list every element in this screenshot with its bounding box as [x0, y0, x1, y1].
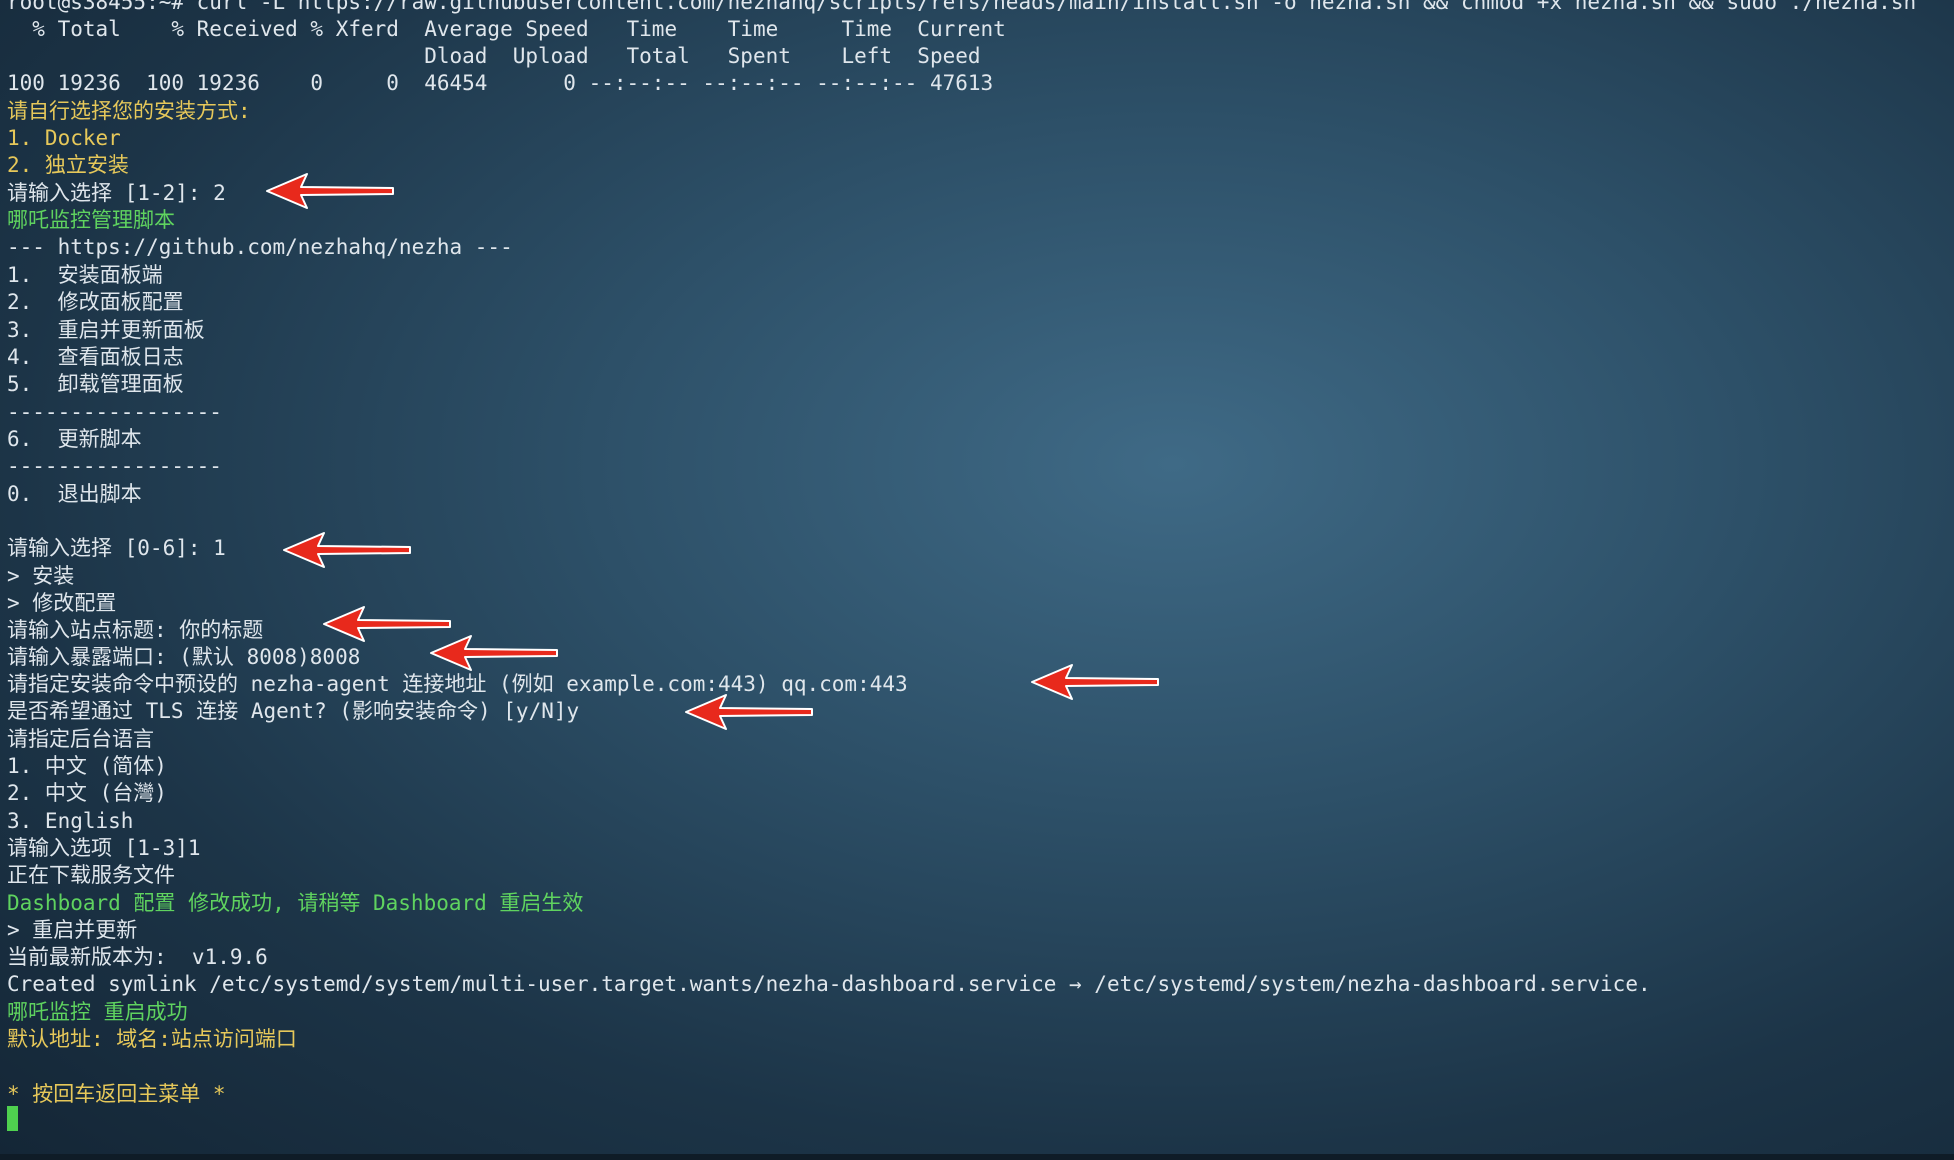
repo-url-line: --- https://github.com/nezhahq/nezha ---: [7, 235, 513, 259]
annotation-arrow-icon: [1031, 664, 1159, 700]
command-line: root@s38455:~# curl -L https://raw.githu…: [7, 0, 1917, 14]
config-step-line: > 修改配置: [7, 591, 117, 615]
terminal-cursor: [7, 1106, 18, 1131]
menu-item-4: 4. 查看面板日志: [7, 345, 184, 369]
option-standalone: 2. 独立安装: [7, 153, 129, 177]
language-option-2: 2. 中文 (台灣): [7, 781, 167, 805]
install-method-prompt: 请自行选择您的安装方式:: [7, 99, 251, 123]
language-input-line: 请输入选项 [1-3]1: [7, 836, 201, 860]
input-choice-line: 请输入选择 [1-2]: 2: [7, 181, 226, 205]
curl-header-line: % Total % Received % Xferd Average Speed…: [7, 17, 1006, 41]
language-option-1: 1. 中文 (简体): [7, 754, 167, 778]
menu-divider: -----------------: [7, 454, 222, 478]
menu-item-0: 0. 退出脚本: [7, 482, 142, 506]
language-option-3: 3. English: [7, 809, 134, 833]
tls-prompt: 是否希望通过 TLS 连接 Agent? (影响安装命令) [y/N]y: [7, 699, 580, 723]
default-address-line: 默认地址: 域名:站点访问端口: [7, 1027, 297, 1051]
option-docker: 1. Docker: [7, 126, 121, 150]
menu-item-1: 1. 安装面板端: [7, 263, 163, 287]
symlink-line: Created symlink /etc/systemd/system/mult…: [7, 972, 1651, 996]
terminal-window[interactable]: root@s38455:~# curl -L https://raw.githu…: [0, 0, 1954, 1160]
curl-progress-line: 100 19236 100 19236 0 0 46454 0 --:--:--…: [7, 71, 994, 95]
menu-item-5: 5. 卸载管理面板: [7, 372, 184, 396]
download-status-line: 正在下载服务文件: [7, 863, 175, 887]
annotation-arrow-icon: [685, 694, 813, 730]
input-choice-line: 请输入选择 [0-6]: 1: [7, 536, 226, 560]
menu-item-6: 6. 更新脚本: [7, 427, 142, 451]
restart-success-line: 哪吒监控 重启成功: [7, 1000, 188, 1024]
menu-divider: -----------------: [7, 400, 222, 424]
return-menu-prompt: * 按回车返回主菜单 *: [7, 1082, 226, 1106]
port-prompt: 请输入暴露端口: (默认 8008)8008: [7, 645, 361, 669]
config-success-line: Dashboard 配置 修改成功, 请稍等 Dashboard 重启生效: [7, 891, 584, 915]
site-title-prompt: 请输入站点标题: 你的标题: [7, 618, 264, 642]
menu-item-3: 3. 重启并更新面板: [7, 318, 205, 342]
restart-update-line: > 重启并更新: [7, 918, 138, 942]
curl-header-line: Dload Upload Total Spent Left Speed: [7, 44, 981, 68]
script-title: 哪吒监控管理脚本: [7, 208, 175, 232]
language-prompt: 请指定后台语言: [7, 727, 154, 751]
annotation-arrow-icon: [430, 635, 558, 671]
install-step-line: > 安装: [7, 564, 75, 588]
version-line: 当前最新版本为: v1.9.6: [7, 945, 268, 969]
window-bottom-edge: [0, 1154, 1954, 1160]
annotation-arrow-icon: [283, 532, 411, 568]
annotation-arrow-icon: [266, 173, 394, 209]
menu-item-2: 2. 修改面板配置: [7, 290, 184, 314]
